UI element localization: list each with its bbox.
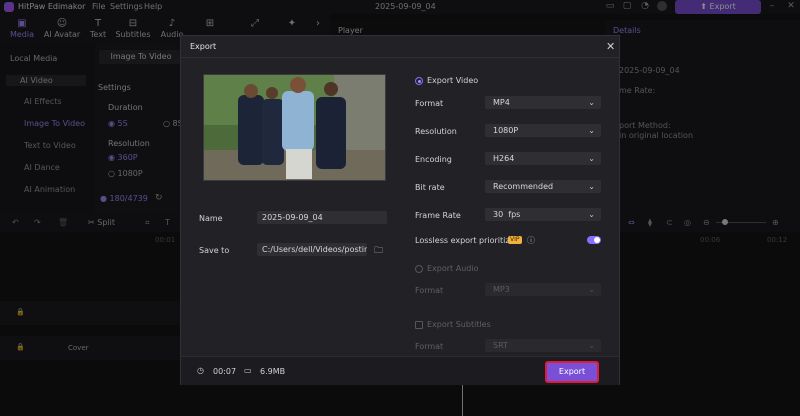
close-icon[interactable]: ✕: [606, 40, 615, 53]
format-label: Format: [415, 99, 444, 108]
export-duration: 00:07: [213, 367, 237, 376]
audio-format-label: Format: [415, 286, 444, 295]
name-label: Name: [199, 214, 223, 223]
export-audio-label: Export Audio: [427, 264, 479, 273]
encoding-select[interactable]: H264 ⌄: [485, 152, 601, 165]
subtitle-format-select[interactable]: SRT ⌄: [485, 339, 601, 352]
encoding-label: Encoding: [415, 155, 452, 164]
video-thumbnail: [203, 74, 386, 181]
lossless-toggle[interactable]: [587, 236, 601, 244]
info-icon[interactable]: ⓘ: [527, 235, 535, 246]
export-size: 6.9MB: [260, 367, 286, 376]
save-path-input[interactable]: C:/Users/dell/Videos/posting: [257, 243, 367, 256]
chevron-down-icon: ⌄: [588, 341, 595, 350]
dialog-title: Export: [190, 42, 217, 51]
framerate-label: Frame Rate: [415, 211, 461, 220]
folder-icon[interactable]: 🗀: [374, 243, 383, 259]
chevron-down-icon: ⌄: [588, 182, 595, 191]
clock-icon: ◷: [197, 366, 204, 375]
format-select[interactable]: MP4 ⌄: [485, 96, 601, 109]
export-subtitles-checkbox[interactable]: [415, 321, 423, 329]
resolution-label: Resolution: [415, 127, 457, 136]
export-video-radio[interactable]: [415, 77, 423, 85]
title-divider: [181, 57, 619, 58]
chevron-down-icon: ⌄: [588, 154, 595, 163]
save-to-label: Save to: [199, 246, 230, 255]
lossless-label: Lossless export prioritized: [415, 236, 520, 245]
subtitle-format-label: Format: [415, 342, 444, 351]
audio-format-select[interactable]: MP3 ⌄: [485, 283, 601, 296]
export-audio-radio[interactable]: [415, 265, 423, 273]
framerate-select[interactable]: 30 fps ⌄: [485, 208, 601, 221]
chevron-down-icon: ⌄: [588, 210, 595, 219]
bitrate-select[interactable]: Recommended ⌄: [485, 180, 601, 193]
chevron-down-icon: ⌄: [588, 126, 595, 135]
export-subtitles-label: Export Subtitles: [427, 320, 491, 329]
vip-badge: VIP: [508, 236, 522, 244]
name-input[interactable]: 2025-09-09_04: [257, 211, 387, 224]
storage-icon: ▭: [244, 366, 252, 375]
export-dialog: Export ✕ Name 2025-09-09_04 Save to C:/U…: [180, 35, 620, 385]
bitrate-label: Bit rate: [415, 183, 445, 192]
export-video-label: Export Video: [427, 76, 479, 85]
export-button[interactable]: Export: [545, 361, 599, 383]
chevron-down-icon: ⌄: [588, 285, 595, 294]
resolution-select[interactable]: 1080P ⌄: [485, 124, 601, 137]
chevron-down-icon: ⌄: [588, 98, 595, 107]
